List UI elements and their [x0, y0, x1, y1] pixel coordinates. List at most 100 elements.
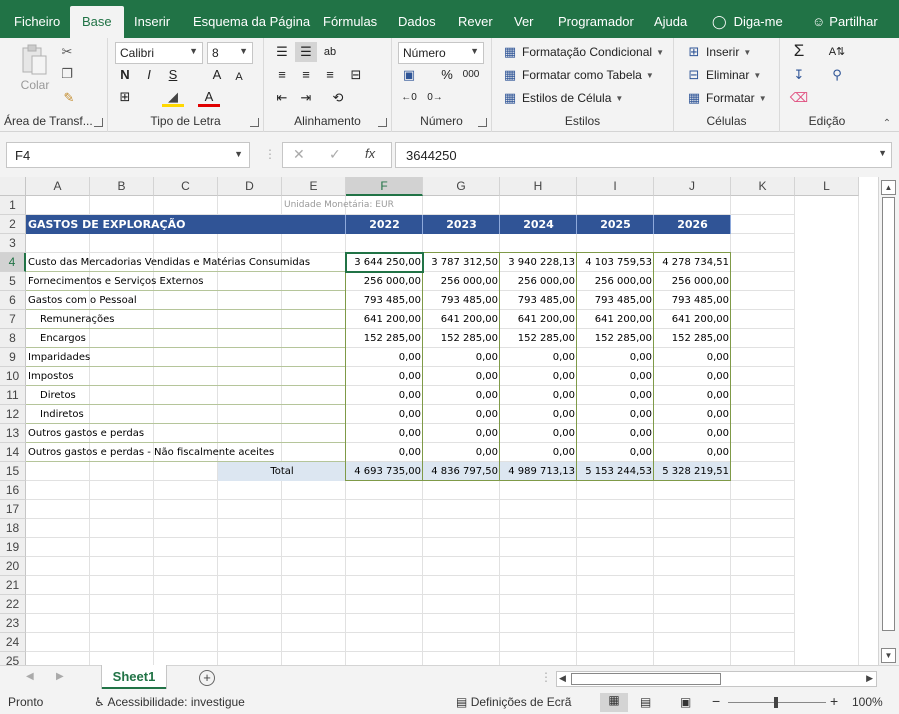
tab-ficheiro[interactable]: Ficheiro [14, 0, 60, 38]
collapse-ribbon-icon[interactable]: ⌃ [876, 114, 898, 134]
column-header-f[interactable]: F [346, 177, 423, 196]
row-header-25[interactable]: 25 [0, 652, 26, 665]
prev-sheet-icon[interactable]: ◀ [26, 671, 34, 682]
bold-button[interactable]: N [114, 65, 136, 85]
scroll-right-icon[interactable]: ▶ [866, 673, 873, 684]
tab-rever[interactable]: Rever [458, 0, 493, 38]
scroll-down-icon[interactable]: ▼ [881, 648, 896, 663]
fill-color-icon[interactable]: ◢ [162, 87, 184, 107]
row-header-9[interactable]: 9 [0, 348, 26, 367]
selected-cell-f4[interactable] [345, 252, 424, 273]
zoom-slider[interactable] [728, 697, 826, 708]
row-header-21[interactable]: 21 [0, 576, 26, 595]
scroll-up-icon[interactable]: ▲ [881, 180, 896, 195]
column-header-g[interactable]: G [423, 177, 500, 196]
grow-font-button[interactable]: A [206, 65, 228, 85]
font-size-select[interactable]: 8 ▼ [207, 42, 253, 64]
text-direction-icon[interactable]: ⟲ [327, 88, 349, 108]
number-format-select[interactable]: Número ▼ [398, 42, 484, 64]
tab-esquema-da-pagina[interactable]: Esquema da Página [193, 0, 310, 38]
decrease-indent-icon[interactable]: ⇤ [271, 88, 293, 108]
row-header-2[interactable]: 2 [0, 215, 26, 234]
sheet-tab-sheet1[interactable]: Sheet1 [102, 665, 166, 689]
cell-styles-button[interactable]: ▦ Estilos de Célula ▼ [502, 90, 623, 106]
font-color-icon[interactable]: A [198, 87, 220, 107]
italic-button[interactable]: I [138, 65, 160, 85]
find-select-icon[interactable]: ⚲ [826, 65, 848, 85]
horizontal-scrollbar[interactable]: ◀ ▶ [556, 671, 877, 687]
format-as-table-button[interactable]: ▦ Formatar como Tabela ▼ [502, 67, 654, 83]
number-launcher-icon[interactable] [478, 118, 487, 127]
column-header-e[interactable]: E [282, 177, 346, 196]
align-top-icon[interactable]: ☰ [271, 42, 293, 62]
row-header-16[interactable]: 16 [0, 481, 26, 500]
column-header-b[interactable]: B [90, 177, 154, 196]
tab-programador[interactable]: Programador [558, 0, 634, 38]
next-sheet-icon[interactable]: ▶ [56, 671, 64, 682]
column-header-h[interactable]: H [500, 177, 577, 196]
zoom-in-icon[interactable]: + [830, 693, 838, 709]
row-header-20[interactable]: 20 [0, 557, 26, 576]
share-button[interactable]: ☺ Partilhar [812, 0, 878, 38]
paste-button[interactable]: Colar [20, 44, 50, 92]
increase-indent-icon[interactable]: ⇥ [295, 88, 317, 108]
merge-center-icon[interactable]: ⊟ [345, 65, 367, 85]
row-header-17[interactable]: 17 [0, 500, 26, 519]
orientation-icon[interactable]: ab [319, 42, 341, 62]
tab-inserir[interactable]: Inserir [134, 0, 170, 38]
accessibility-status[interactable]: ♿ Acessibilidade: investigue [94, 695, 245, 709]
sort-filter-icon[interactable]: A⇅ [826, 42, 848, 62]
column-header-a[interactable]: A [26, 177, 90, 196]
column-header-l[interactable]: L [795, 177, 859, 196]
delete-cells-button[interactable]: ⊟ Eliminar ▼ [686, 67, 762, 83]
worksheet-grid[interactable]: A B C D E F G H I J K L 1 2 3 4 5 6 7 8 9 10 11 12 13 14 15 16 17 18 1… [0, 177, 878, 665]
insert-function-icon[interactable]: fx [365, 146, 375, 161]
row-header-14[interactable]: 14 [0, 443, 26, 462]
row-header-19[interactable]: 19 [0, 538, 26, 557]
scroll-left-icon[interactable]: ◀ [559, 673, 566, 684]
row-header-4[interactable]: 4 [0, 253, 26, 272]
column-header-c[interactable]: C [154, 177, 218, 196]
row-header-8[interactable]: 8 [0, 329, 26, 348]
row-header-13[interactable]: 13 [0, 424, 26, 443]
row-header-6[interactable]: 6 [0, 291, 26, 310]
insert-cells-button[interactable]: ⊞ Inserir ▼ [686, 44, 752, 60]
page-break-view-icon[interactable]: ▣ [680, 695, 691, 709]
row-header-24[interactable]: 24 [0, 633, 26, 652]
thousands-button[interactable]: 000 [460, 65, 482, 85]
row-header-5[interactable]: 5 [0, 272, 26, 291]
row-header-22[interactable]: 22 [0, 595, 26, 614]
horizontal-scroll-thumb[interactable] [571, 673, 721, 685]
clear-icon[interactable]: ⌫ [788, 88, 810, 108]
format-cells-button[interactable]: ▦ Formatar ▼ [686, 90, 767, 106]
cancel-icon[interactable]: ✕ [293, 146, 305, 163]
row-header-7[interactable]: 7 [0, 310, 26, 329]
formula-input[interactable]: 3644250 ▼ [395, 142, 892, 168]
font-launcher-icon[interactable] [250, 118, 259, 127]
display-settings-button[interactable]: ▤ Definições de Ecrã [456, 695, 571, 709]
vertical-scrollbar[interactable]: ▲ ▼ [878, 177, 899, 665]
conditional-formatting-button[interactable]: ▦ Formatação Condicional ▼ [502, 44, 664, 60]
cut-icon[interactable]: ✂ [56, 42, 78, 62]
select-all-corner[interactable] [0, 177, 26, 196]
normal-view-icon[interactable]: ▦ [600, 693, 628, 712]
column-header-i[interactable]: I [577, 177, 654, 196]
row-header-10[interactable]: 10 [0, 367, 26, 386]
tab-ver[interactable]: Ver [514, 0, 534, 38]
tab-base[interactable]: Base [70, 6, 124, 38]
autosum-icon[interactable]: Σ [788, 41, 810, 61]
borders-icon[interactable]: ⊞ [114, 87, 136, 107]
zoom-slider-handle[interactable] [774, 697, 778, 708]
row-header-1[interactable]: 1 [0, 196, 26, 215]
align-right-icon[interactable]: ≡ [319, 65, 341, 85]
currency-icon[interactable]: ▣ [398, 65, 420, 85]
decrease-decimal-icon[interactable]: 0→ [424, 88, 446, 108]
tab-dados[interactable]: Dados [398, 0, 436, 38]
zoom-out-icon[interactable]: − [712, 693, 720, 709]
name-box[interactable]: F4 ▼ [6, 142, 250, 168]
shrink-font-button[interactable]: A [228, 67, 250, 87]
page-layout-view-icon[interactable]: ▤ [640, 695, 651, 709]
sheet-split-handle-icon[interactable]: ⋮ [540, 670, 552, 684]
column-header-k[interactable]: K [731, 177, 795, 196]
fill-icon[interactable]: ↧ [788, 65, 810, 85]
